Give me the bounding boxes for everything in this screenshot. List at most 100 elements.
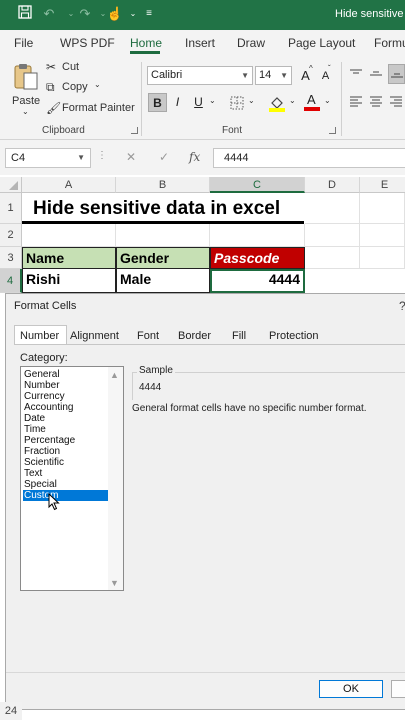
- cell-c4-selected[interactable]: 4444: [210, 269, 305, 293]
- cell-e1[interactable]: [360, 193, 405, 224]
- formula-input[interactable]: 4444: [213, 148, 405, 168]
- bold-button[interactable]: B: [148, 93, 167, 112]
- cell-d3[interactable]: [305, 247, 360, 269]
- copy-icon: ⧉: [46, 80, 55, 94]
- fill-color-dropdown-icon[interactable]: ⌄: [289, 96, 296, 105]
- tab-alignment[interactable]: Alignment: [70, 330, 119, 342]
- ok-button[interactable]: OK: [319, 680, 383, 698]
- category-list[interactable]: General Number Currency Accounting Date …: [20, 366, 124, 591]
- tab-home[interactable]: Home: [130, 36, 162, 50]
- tab-font[interactable]: Font: [137, 330, 159, 342]
- tab-page-layout[interactable]: Page Layout: [288, 36, 355, 50]
- window-title: Hide sensitive d: [335, 8, 405, 20]
- underline-button[interactable]: U: [189, 93, 208, 112]
- format-painter-button[interactable]: 🖌 Format Painter: [46, 101, 135, 117]
- touch-mode-icon[interactable]: ☝: [106, 5, 124, 23]
- cell-c2[interactable]: [210, 224, 305, 247]
- align-top-icon[interactable]: [349, 68, 363, 83]
- name-box[interactable]: C4 ▼: [5, 148, 91, 168]
- category-time[interactable]: Time: [23, 424, 109, 435]
- row-header-4[interactable]: 4: [0, 269, 22, 293]
- category-accounting[interactable]: Accounting: [23, 402, 109, 413]
- column-header-e[interactable]: E: [360, 177, 405, 193]
- cut-button[interactable]: ✂ Cut: [46, 60, 86, 76]
- align-bottom-icon[interactable]: [388, 64, 405, 84]
- tab-file[interactable]: File: [14, 36, 33, 50]
- font-color-dropdown-icon[interactable]: ⌄: [324, 96, 331, 105]
- font-size-combo[interactable]: 14 ▼: [255, 66, 292, 85]
- tab-border[interactable]: Border: [178, 330, 211, 342]
- cancel-entry-icon[interactable]: ✕: [126, 150, 136, 164]
- save-icon[interactable]: [16, 5, 34, 23]
- category-percentage[interactable]: Percentage: [23, 435, 109, 446]
- row-header-3[interactable]: 3: [0, 247, 22, 269]
- underline-dropdown-icon[interactable]: ⌄: [209, 96, 216, 105]
- category-currency[interactable]: Currency: [23, 391, 109, 402]
- decrease-font-size-button[interactable]: A: [316, 67, 335, 86]
- cell-a2[interactable]: [22, 224, 116, 247]
- row-header-1[interactable]: 1: [0, 193, 22, 224]
- cell-e3[interactable]: [360, 247, 405, 269]
- tab-formulas[interactable]: Formu: [374, 36, 405, 50]
- cell-a4[interactable]: Rishi: [22, 269, 116, 293]
- confirm-entry-icon[interactable]: ✓: [159, 150, 169, 164]
- borders-dropdown-icon[interactable]: ⌄: [248, 96, 255, 105]
- column-header-b[interactable]: B: [116, 177, 210, 193]
- font-color-button[interactable]: A: [304, 92, 320, 112]
- tab-protection[interactable]: Protection: [269, 330, 319, 342]
- category-text[interactable]: Text: [23, 468, 109, 479]
- select-all-corner[interactable]: [0, 177, 22, 193]
- align-center-icon[interactable]: [369, 96, 383, 111]
- header-name-cell[interactable]: Name: [22, 247, 116, 269]
- undo-icon[interactable]: ↶: [40, 5, 58, 23]
- align-right-icon[interactable]: [389, 96, 403, 111]
- cell-e2[interactable]: [360, 224, 405, 247]
- cell-d1[interactable]: [305, 193, 360, 224]
- cancel-button[interactable]: [391, 680, 405, 698]
- category-fraction[interactable]: Fraction: [23, 446, 109, 457]
- header-passcode-cell[interactable]: Passcode: [210, 247, 305, 269]
- help-icon[interactable]: ?: [399, 299, 405, 313]
- customize-quick-access-icon[interactable]: ≡: [140, 5, 158, 23]
- column-header-d[interactable]: D: [305, 177, 360, 193]
- cell-b4[interactable]: Male: [116, 269, 210, 293]
- category-custom-selected[interactable]: Custom: [23, 490, 109, 501]
- redo-icon[interactable]: ↷: [76, 5, 94, 23]
- cell-d2[interactable]: [305, 224, 360, 247]
- category-scrollbar[interactable]: ▲ ▼: [108, 367, 123, 590]
- italic-button[interactable]: I: [168, 93, 187, 112]
- column-header-a[interactable]: A: [22, 177, 116, 193]
- clipboard-dialog-launcher-icon[interactable]: [131, 127, 138, 134]
- header-gender-cell[interactable]: Gender: [116, 247, 210, 269]
- scroll-up-icon[interactable]: ▲: [110, 370, 119, 380]
- font-name-combo[interactable]: Calibri ▼: [147, 66, 253, 85]
- category-number[interactable]: Number: [23, 380, 109, 391]
- sheet-title-cell[interactable]: Hide sensitive data in excel: [22, 193, 304, 224]
- paste-button[interactable]: Paste ⌄: [9, 60, 43, 120]
- tab-fill[interactable]: Fill: [232, 330, 246, 342]
- align-left-icon[interactable]: [349, 96, 363, 111]
- align-middle-icon[interactable]: [369, 68, 383, 83]
- scroll-down-icon[interactable]: ▼: [110, 578, 119, 588]
- insert-function-icon[interactable]: fx: [189, 150, 200, 164]
- fill-color-icon[interactable]: [268, 94, 286, 115]
- borders-icon[interactable]: [230, 96, 244, 113]
- category-date[interactable]: Date: [23, 413, 109, 424]
- copy-button[interactable]: ⧉ Copy ⌄: [46, 80, 106, 96]
- mouse-pointer-icon: [48, 492, 60, 514]
- cell-b2[interactable]: [116, 224, 210, 247]
- increase-arrow-icon: ^: [309, 64, 313, 73]
- tab-number[interactable]: Number: [20, 330, 59, 342]
- row-header-2[interactable]: 2: [0, 224, 22, 247]
- category-special[interactable]: Special: [23, 479, 109, 490]
- font-dialog-launcher-icon[interactable]: [329, 127, 336, 134]
- category-scientific[interactable]: Scientific: [23, 457, 109, 468]
- font-group-label: Font: [222, 125, 243, 136]
- row-header-24[interactable]: 24: [0, 702, 22, 720]
- category-general[interactable]: General: [23, 369, 109, 380]
- sample-value: 4444: [139, 382, 162, 393]
- tab-insert[interactable]: Insert: [185, 36, 215, 50]
- column-header-c[interactable]: C: [210, 177, 305, 193]
- tab-wps-pdf[interactable]: WPS PDF: [60, 36, 115, 50]
- tab-draw[interactable]: Draw: [237, 36, 265, 50]
